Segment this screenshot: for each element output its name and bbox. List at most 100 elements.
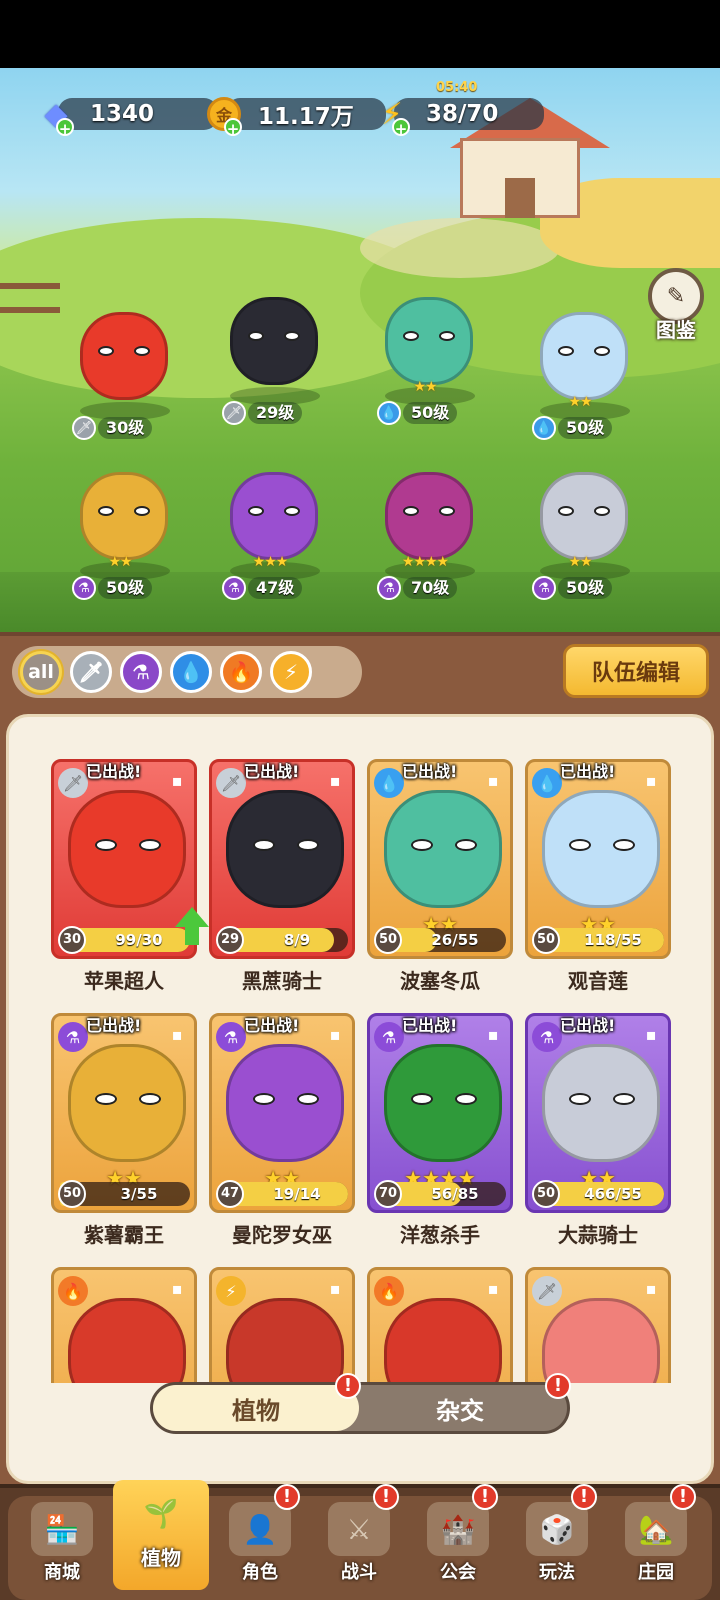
plant-card[interactable]: 🔥 ▪ <box>51 1267 197 1383</box>
card-level: 30 <box>58 926 86 954</box>
shard-progress-text: 118/55 <box>584 931 642 949</box>
plant-eyes <box>558 346 610 360</box>
gameplay-icon: 🎲 <box>526 1502 588 1556</box>
shop-icon: 🏪 <box>31 1502 93 1556</box>
characters-icon: 👤 <box>229 1502 291 1556</box>
drop-class-icon: 💧 <box>532 416 556 440</box>
plant-card[interactable]: 💧 ▪ 已出战! ★★ 50 118/55 <box>525 759 671 959</box>
plant-portrait <box>68 790 186 908</box>
nav-gameplay[interactable]: 🎲 玩法 <box>509 1496 605 1596</box>
plant-stars: ★★★ <box>252 554 289 570</box>
formation-shape-icon: ▪ <box>329 1025 341 1044</box>
alert-icon: ! <box>335 1373 361 1399</box>
plant-level: 🗡 29级 <box>222 401 303 425</box>
nav-shop[interactable]: 🏪 商城 <box>14 1496 110 1596</box>
potion-class-icon: ⚗ <box>532 576 556 600</box>
guild-icon: 🏰 <box>427 1502 489 1556</box>
add-gems-icon[interactable]: + <box>56 118 74 138</box>
gem-counter[interactable]: ◆ + 1340 <box>34 94 218 138</box>
plant-card[interactable]: ⚡ ▪ <box>209 1267 355 1383</box>
plant-card[interactable]: ⚗ ▪ 已出战! ★★★★ 70 56/85 <box>367 1013 513 1213</box>
energy-counter[interactable]: ⚡ + 38/70 <box>370 94 544 138</box>
sword-class-icon: 🗡 <box>532 1276 562 1306</box>
gem-count: 1340 <box>90 101 155 127</box>
deployed-badge: 已出战! <box>86 762 142 781</box>
potion-class-icon: ⚗ <box>72 576 96 600</box>
team-edit-button[interactable]: 队伍编辑 <box>563 644 709 698</box>
plant-card[interactable]: 💧 ▪ 已出战! ★★ 50 26/55 <box>367 759 513 959</box>
nav-label: 公会 <box>440 1562 476 1583</box>
plant-card[interactable]: 🗡 ▪ 已出战! 29 8/9 <box>209 759 355 959</box>
card-level: 29 <box>216 926 244 954</box>
scene-plant[interactable]: ★★ 💧 50级 <box>355 283 495 425</box>
plant-portrait <box>542 1298 660 1383</box>
nav-manor[interactable]: 🏡 庄园 <box>608 1496 704 1596</box>
nav-characters[interactable]: 👤 角色 <box>212 1496 308 1596</box>
nav-label: 战斗 <box>341 1562 377 1583</box>
nav-plants[interactable]: 🌱 植物 <box>113 1480 209 1590</box>
plant-eyes <box>98 346 150 360</box>
filter-water-icon[interactable]: 💧 <box>170 651 212 693</box>
upgrade-arrow-icon[interactable] <box>175 907 209 947</box>
plant-name: 洋葱杀手 <box>400 1223 480 1247</box>
shard-progress-bar: 70 56/85 <box>374 1180 506 1208</box>
plant-eyes <box>248 331 300 345</box>
collection-tabs: 植物 杂交 ! ! <box>150 1373 571 1434</box>
add-energy-icon[interactable]: + <box>392 118 410 138</box>
plant-portrait <box>542 790 660 908</box>
plant-level-text: 50级 <box>558 577 613 599</box>
plant-card-grid: 🗡 ▪ 已出战! 30 99/30 苹果超人 🗡 ▪ 已出战! 29 8/9 黑蔗骑士 💧 ▪ 已出战! ★★… <box>45 743 685 1383</box>
plant-card[interactable]: 🗡 ▪ <box>525 1267 671 1383</box>
nav-guild[interactable]: 🏰 公会 <box>410 1496 506 1596</box>
plant-portrait <box>542 1044 660 1162</box>
shard-progress-bar: 29 8/9 <box>216 926 348 954</box>
shard-progress-text: 19/14 <box>273 1185 321 1203</box>
scene-plant[interactable]: 🗡 29级 <box>200 283 340 425</box>
filter-lightning-icon[interactable]: ⚡ <box>270 651 312 693</box>
plant-card[interactable]: ⚗ ▪ 已出战! ★★ 47 19/14 <box>209 1013 355 1213</box>
filter-fire-icon[interactable]: 🔥 <box>220 651 262 693</box>
tab-hybrid[interactable]: 杂交 <box>357 1385 563 1431</box>
shard-progress-bar: 30 99/30 <box>58 926 190 954</box>
add-coins-icon[interactable]: + <box>224 118 242 138</box>
plant-level-text: 29级 <box>248 402 303 424</box>
plant-level-text: 50级 <box>403 402 458 424</box>
battle-icon: ⚔ <box>328 1502 390 1556</box>
scene-plant[interactable]: ★★ 💧 50级 <box>510 298 650 440</box>
plant-portrait <box>384 1044 502 1162</box>
filter-potion-icon[interactable]: ⚗ <box>120 651 162 693</box>
plant-portrait <box>384 1298 502 1383</box>
alert-icon: ! <box>274 1484 300 1510</box>
potion-class-icon: ⚗ <box>377 576 401 600</box>
filter-all[interactable]: all <box>20 651 62 693</box>
scene-plant[interactable]: ★★ ⚗ 50级 <box>510 458 650 600</box>
formation-shape-icon: ▪ <box>171 1279 183 1298</box>
sword-class-icon: 🗡 <box>72 416 96 440</box>
nav-battle[interactable]: ⚔ 战斗 <box>311 1496 407 1596</box>
plant-card[interactable]: ⚗ ▪ 已出战! ★★ 50 466/55 <box>525 1013 671 1213</box>
plant-name: 曼陀罗女巫 <box>232 1223 332 1247</box>
plant-level-text: 47级 <box>248 577 303 599</box>
filter-sword-icon[interactable]: 🗡 <box>70 651 112 693</box>
plant-card[interactable]: ⚗ ▪ 已出战! ★★ 50 3/55 <box>51 1013 197 1213</box>
formation-shape-icon: ▪ <box>645 1025 657 1044</box>
plant-portrait <box>384 790 502 908</box>
plant-stars: ★★ <box>568 554 592 570</box>
plant-level-text: 50级 <box>98 577 153 599</box>
plant-card[interactable]: 🔥 ▪ <box>367 1267 513 1383</box>
scene-plant[interactable]: 🗡 30级 <box>50 298 190 440</box>
status-bar <box>0 0 720 68</box>
tab-plants[interactable]: 植物 <box>153 1385 359 1431</box>
scene-plant[interactable]: ★★★★ ⚗ 70级 <box>355 458 495 600</box>
plant-portrait <box>68 1298 186 1383</box>
formation-shape-icon: ▪ <box>645 1279 657 1298</box>
plant-level: 💧 50级 <box>377 401 458 425</box>
codex-button[interactable]: ✎ 图鉴 <box>645 268 707 343</box>
plant-eyes <box>403 331 455 345</box>
shard-progress-bar: 50 3/55 <box>58 1180 190 1208</box>
scene-plant[interactable]: ★★ ⚗ 50级 <box>50 458 190 600</box>
scene-plant[interactable]: ★★★ ⚗ 47级 <box>200 458 340 600</box>
plant-name: 黑蔗骑士 <box>242 969 322 993</box>
drop-class-icon: 💧 <box>532 768 562 798</box>
coin-counter[interactable]: 金 + 11.17万 <box>202 94 386 138</box>
